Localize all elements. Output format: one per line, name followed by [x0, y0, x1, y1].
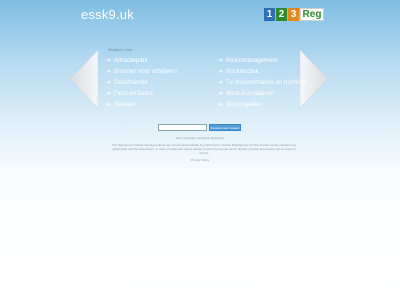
link-item[interactable]: ➜ Attractiepark [106, 55, 177, 66]
arrow-right-icon: ➜ [218, 91, 224, 97]
link-item[interactable]: ➜ West-Europeanen [218, 88, 306, 99]
link-label[interactable]: Markten [114, 102, 136, 108]
link-label[interactable]: Attractiepark [114, 58, 148, 64]
domain-title: essk9.uk [81, 7, 134, 22]
link-item[interactable]: ➜ Woordspellen [218, 99, 306, 110]
links-column-right: ➜ Risicomanagement ➜ Rockmuziek ➜ Tv-docume… [218, 55, 306, 110]
link-label[interactable]: Risicomanagement [226, 58, 277, 64]
link-label[interactable]: West-Europeanen [226, 91, 274, 97]
link-item[interactable]: ➜ Flora en fauna [106, 88, 177, 99]
link-label[interactable]: Tv-documentaires en nonfictie [226, 80, 306, 86]
link-item[interactable]: ➜ Bronnen voor schrijvers [106, 66, 177, 77]
link-item[interactable]: ➜ Detailhandel [106, 77, 177, 88]
arrow-right-icon: ➜ [106, 69, 112, 75]
link-label[interactable]: Rockmuziek [226, 69, 259, 75]
left-arrow-icon [70, 50, 98, 108]
privacy-policy-link[interactable]: Privacy Policy [0, 158, 400, 162]
logo-digit-3: 3 [288, 8, 299, 21]
arrow-right-icon: ➜ [106, 80, 112, 86]
link-item[interactable]: ➜ Risicomanagement [218, 55, 306, 66]
related-links-header: Related Links [108, 47, 133, 52]
link-label[interactable]: Detailhandel [114, 80, 147, 86]
link-item[interactable]: ➜ Rockmuziek [218, 66, 306, 77]
search-input[interactable] [158, 124, 207, 131]
link-item[interactable]: ➜ Tv-documentaires en nonfictie [218, 77, 306, 88]
logo-reg-text: Reg [300, 8, 324, 21]
logo-digit-1: 1 [264, 8, 275, 21]
arrow-right-icon: ➜ [218, 58, 224, 64]
link-label[interactable]: Flora en fauna [114, 91, 153, 97]
disclaimer-text: The Sponsored Listings displayed above a… [111, 143, 297, 155]
copyright-text: 2014 Copyright. All Rights Reserved. [175, 136, 225, 140]
links-column-left: ➜ Attractiepark ➜ Bronnen voor schrijvers … [106, 55, 177, 110]
arrow-right-icon: ➜ [218, 69, 224, 75]
arrow-right-icon: ➜ [218, 102, 224, 108]
arrow-right-icon: ➜ [106, 58, 112, 64]
search-form: Zoekwoorden zoeken [158, 124, 241, 131]
arrow-right-icon: ➜ [106, 102, 112, 108]
arrow-right-icon: ➜ [106, 91, 112, 97]
link-label[interactable]: Bronnen voor schrijvers [114, 69, 177, 75]
link-item[interactable]: ➜ Markten [106, 99, 177, 110]
registrar-logo[interactable]: 1 2 3 Reg [264, 8, 324, 21]
link-label[interactable]: Woordspellen [226, 102, 263, 108]
search-button[interactable]: Zoekwoorden zoeken [209, 124, 241, 131]
arrow-right-icon: ➜ [218, 80, 224, 86]
logo-digit-2: 2 [276, 8, 287, 21]
